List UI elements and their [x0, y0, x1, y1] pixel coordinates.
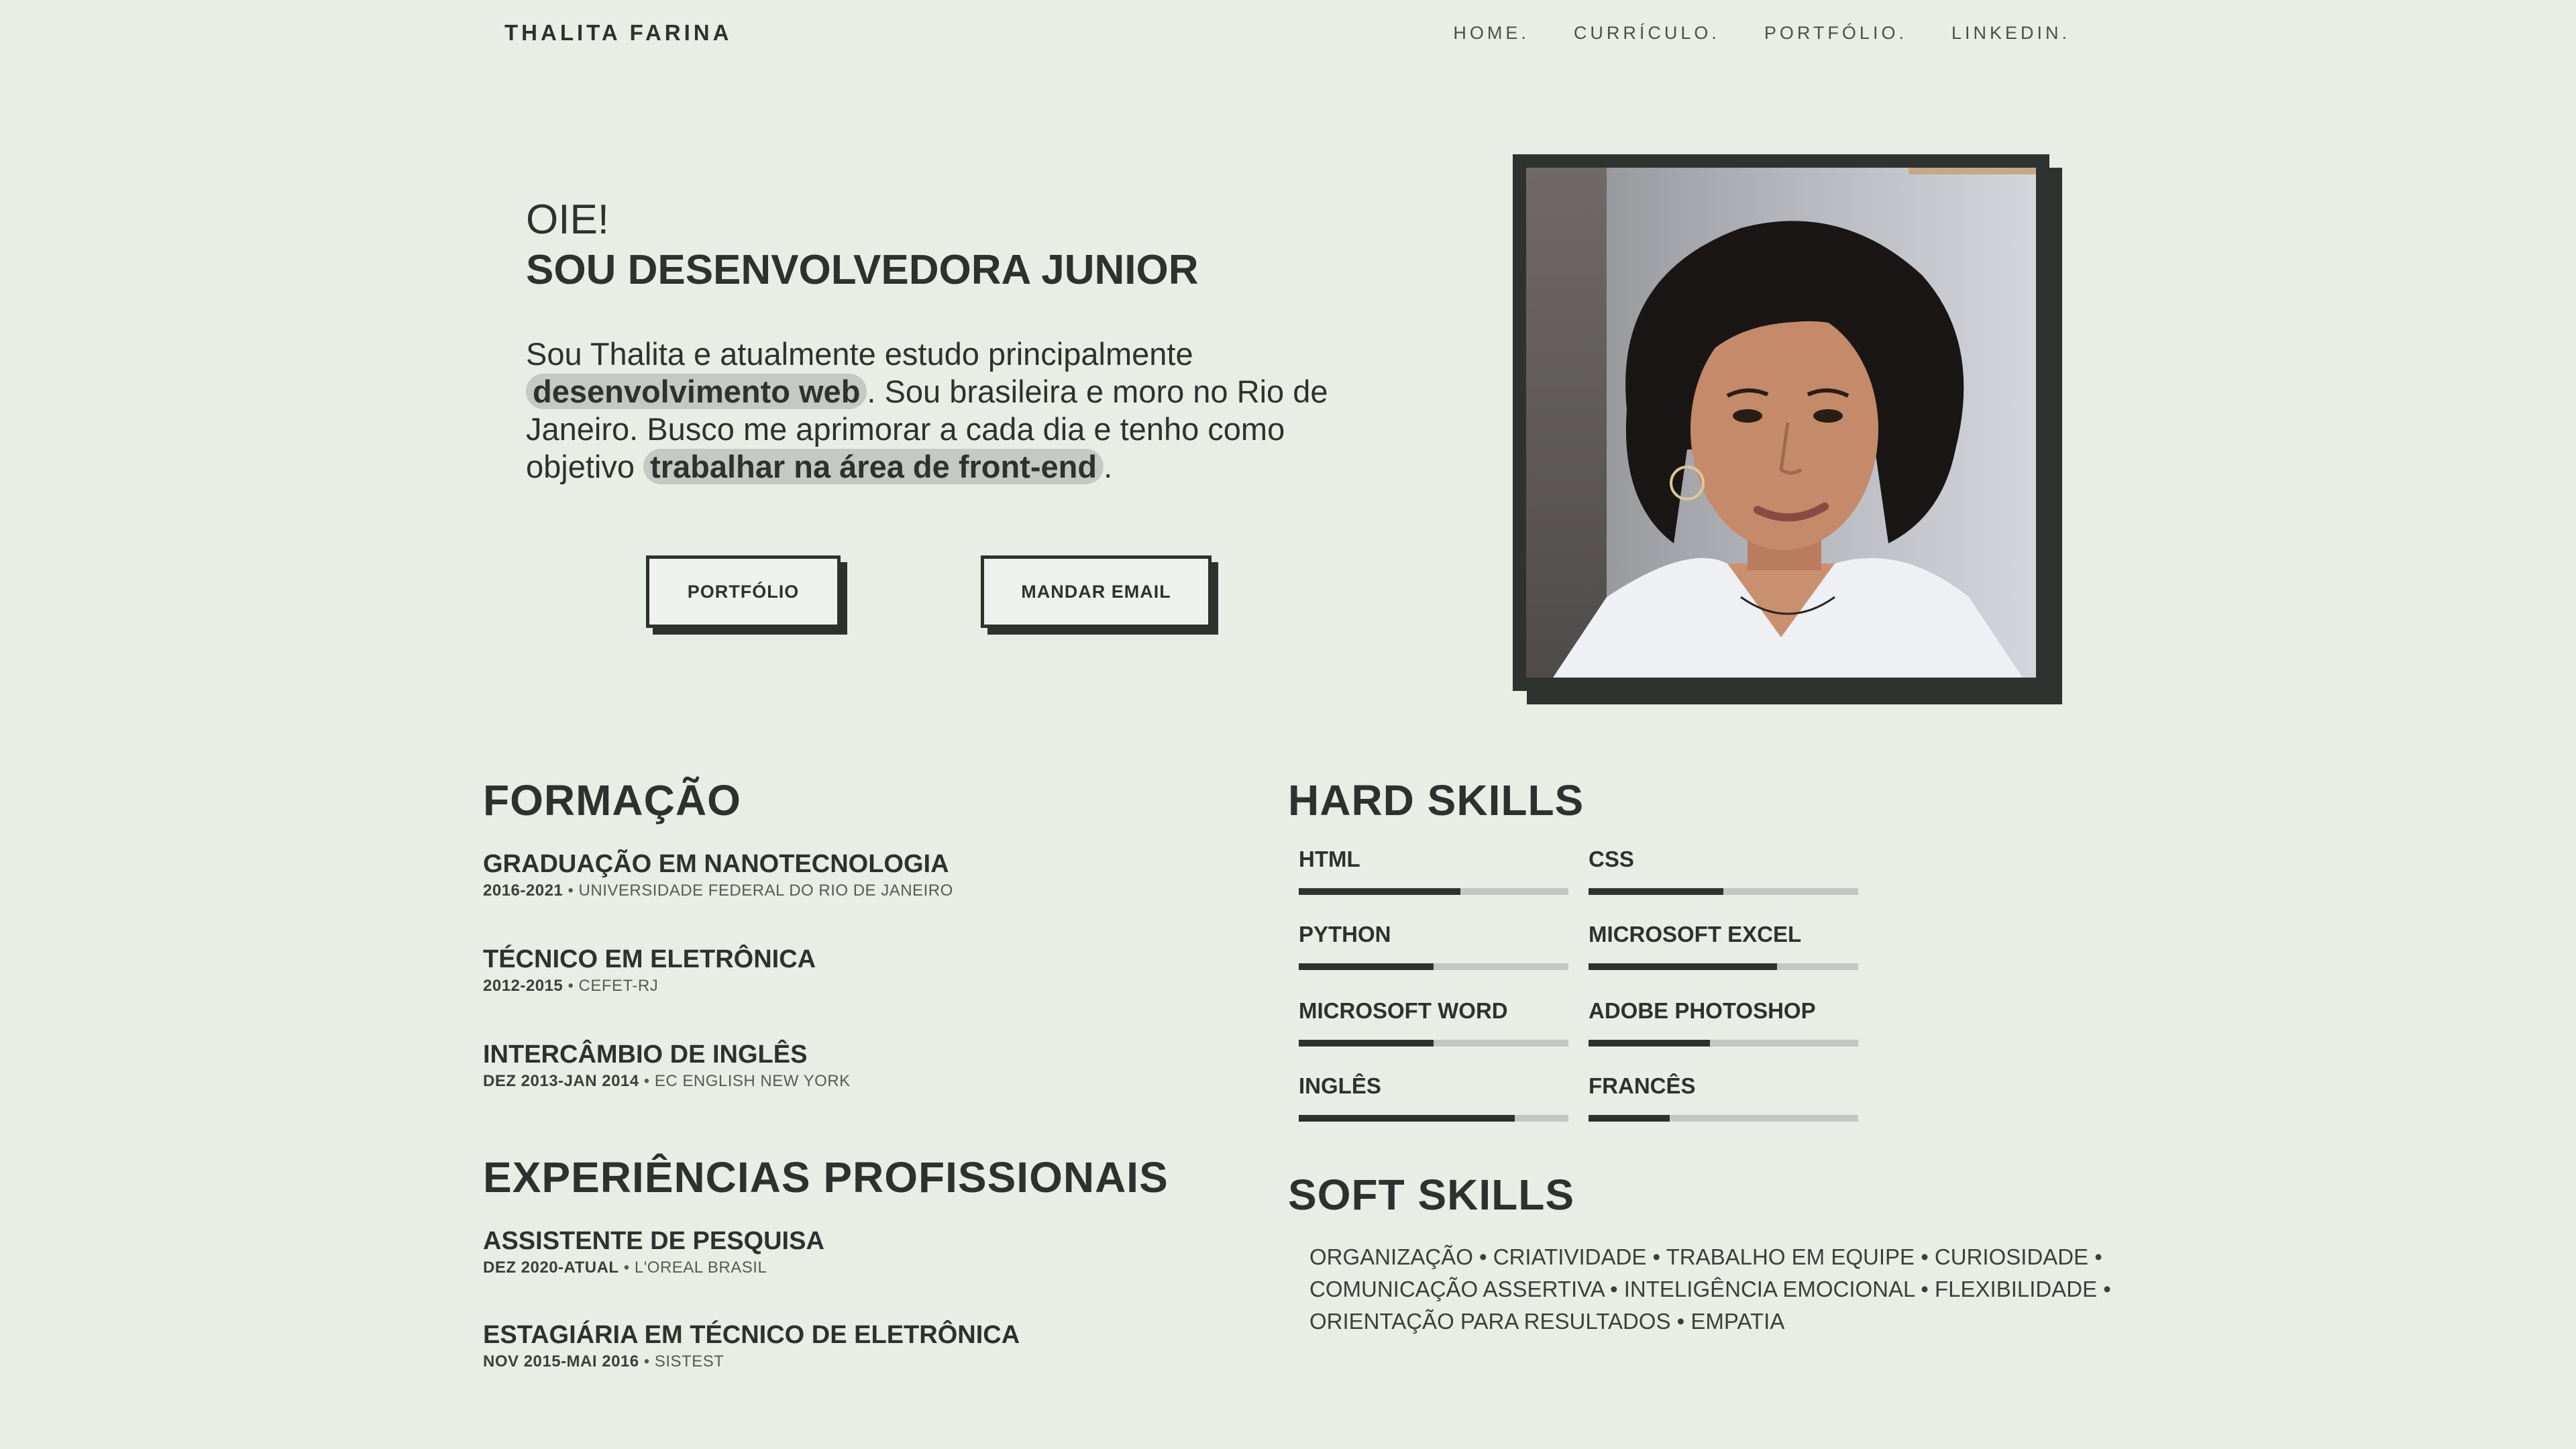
brand-name[interactable]: THALITA FARINA: [504, 20, 732, 46]
skill-item: MICROSOFT EXCEL: [1589, 922, 1858, 970]
soft-skills-title: SOFT SKILLS: [1288, 1171, 1574, 1219]
skill-item: ADOBE PHOTOSHOP: [1589, 998, 1858, 1046]
skill-item: HTML: [1299, 847, 1568, 895]
experiencias-title: EXPERIÊNCIAS PROFISSIONAIS: [483, 1153, 1169, 1201]
skill-bar-fill: [1299, 888, 1461, 895]
entry-place: UNIVERSIDADE FEDERAL DO RIO DE JANEIRO: [578, 881, 953, 900]
main-nav: HOME. CURRÍCULO. PORTFÓLIO. LINKEDIN.: [1453, 23, 2070, 44]
entry-dates: 2016-2021: [483, 881, 564, 900]
hard-skills-title: HARD SKILLS: [1288, 776, 1585, 824]
entry-dates: NOV 2015-MAI 2016: [483, 1352, 639, 1371]
entry-subtitle: DEZ 2020-ATUAL • L'OREAL BRASIL: [483, 1258, 767, 1277]
skill-bar: [1299, 888, 1568, 895]
skill-bar: [1589, 888, 1858, 895]
hero-greeting: OIE!: [526, 197, 610, 243]
skill-label: PYTHON: [1299, 922, 1391, 947]
formacao-item: GRADUAÇÃO EM NANOTECNOLOGIA 2016-2021 • …: [483, 849, 953, 900]
skill-bar: [1589, 1115, 1858, 1122]
skill-bar-fill: [1589, 1115, 1670, 1122]
nav-home[interactable]: HOME.: [1453, 23, 1529, 44]
nav-linkedin[interactable]: LINKEDIN.: [1951, 23, 2070, 44]
entry-place: L'OREAL BRASIL: [634, 1258, 767, 1277]
entry-title: INTERCÂMBIO DE INGLÊS: [483, 1040, 808, 1069]
formacao-item: TÉCNICO EM ELETRÔNICA 2012-2015 • CEFET-…: [483, 945, 816, 996]
experiencia-item: ASSISTENTE DE PESQUISA DEZ 2020-ATUAL • …: [483, 1226, 824, 1277]
formacao-title: FORMAÇÃO: [483, 776, 741, 824]
skill-item: INGLÊS: [1299, 1073, 1568, 1122]
skill-bar-fill: [1589, 888, 1723, 895]
profile-photo: [1526, 168, 2036, 678]
entry-subtitle: 2016-2021 • UNIVERSIDADE FEDERAL DO RIO …: [483, 881, 953, 900]
skill-label: FRANCÊS: [1589, 1073, 1696, 1098]
skill-label: INGLÊS: [1299, 1073, 1381, 1098]
entry-title: ESTAGIÁRIA EM TÉCNICO DE ELETRÔNICA: [483, 1321, 1020, 1349]
page: THALITA FARINA HOME. CURRÍCULO. PORTFÓLI…: [0, 0, 2576, 1449]
hero-headline: SOU DESENVOLVEDORA JUNIOR: [526, 247, 1199, 293]
hero-intro: Sou Thalita e atualmente estudo principa…: [526, 335, 1358, 486]
entry-title: TÉCNICO EM ELETRÔNICA: [483, 945, 816, 973]
entry-subtitle: DEZ 2013-JAN 2014 • EC ENGLISH NEW YORK: [483, 1072, 851, 1090]
entry-title: GRADUAÇÃO EM NANOTECNOLOGIA: [483, 850, 949, 878]
intro-text-3: .: [1104, 449, 1113, 484]
entry-place: SISTEST: [654, 1352, 724, 1371]
skill-bar: [1299, 1115, 1568, 1122]
entry-title: ASSISTENTE DE PESQUISA: [483, 1227, 824, 1255]
entry-dates: 2012-2015: [483, 977, 564, 995]
entry-place: CEFET-RJ: [578, 977, 659, 995]
skill-bar: [1299, 1040, 1568, 1046]
hero-text: OIE! SOU DESENVOLVEDORA JUNIOR Sou Thali…: [526, 196, 1358, 486]
skill-label: HTML: [1299, 847, 1360, 871]
skill-bar-fill: [1299, 963, 1434, 970]
skill-label: MICROSOFT WORD: [1299, 998, 1508, 1023]
skill-item: MICROSOFT WORD: [1299, 998, 1568, 1046]
intro-text-1: Sou Thalita e atualmente estudo principa…: [526, 336, 1193, 372]
soft-skills-list: ORGANIZAÇÃO • CRIATIVIDADE • TRABALHO EM…: [1309, 1244, 2111, 1334]
skill-label: ADOBE PHOTOSHOP: [1589, 998, 1816, 1023]
entry-subtitle: 2012-2015 • CEFET-RJ: [483, 977, 659, 995]
skill-bar-fill: [1299, 1040, 1434, 1046]
send-email-button[interactable]: MANDAR EMAIL: [981, 555, 1212, 628]
skill-bar: [1299, 963, 1568, 970]
skill-label: MICROSOFT EXCEL: [1589, 922, 1802, 947]
skill-label: CSS: [1589, 847, 1634, 871]
nav-portfolio[interactable]: PORTFÓLIO.: [1764, 23, 1907, 44]
skill-bar: [1589, 1040, 1858, 1046]
skill-bar-fill: [1589, 1040, 1710, 1046]
formacao-item: INTERCÂMBIO DE INGLÊS DEZ 2013-JAN 2014 …: [483, 1040, 851, 1091]
skill-item: PYTHON: [1299, 922, 1568, 970]
entry-subtitle: NOV 2015-MAI 2016 • SISTEST: [483, 1352, 724, 1371]
portfolio-button[interactable]: PORTFÓLIO: [646, 555, 841, 628]
nav-curriculo[interactable]: CURRÍCULO.: [1574, 23, 1720, 44]
skill-item: FRANCÊS: [1589, 1073, 1858, 1122]
skill-bar: [1589, 963, 1858, 970]
profile-photo-frame: [1513, 154, 2049, 691]
experiencia-item: ESTAGIÁRIA EM TÉCNICO DE ELETRÔNICA NOV …: [483, 1320, 1020, 1371]
entry-place: EC ENGLISH NEW YORK: [654, 1072, 851, 1090]
skill-bar-fill: [1589, 963, 1778, 970]
skill-item: CSS: [1589, 847, 1858, 895]
intro-highlight-frontend: trabalhar na área de front-end: [643, 449, 1104, 484]
entry-dates: DEZ 2013-JAN 2014: [483, 1072, 639, 1090]
skill-bar-fill: [1299, 1115, 1515, 1122]
intro-highlight-web: desenvolvimento web: [526, 374, 867, 409]
entry-dates: DEZ 2020-ATUAL: [483, 1258, 619, 1277]
